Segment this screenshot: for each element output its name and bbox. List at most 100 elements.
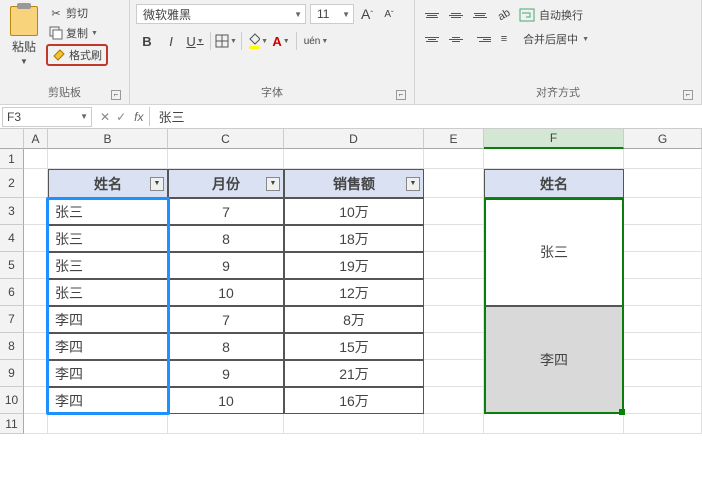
font-color-button[interactable]: A ▼ xyxy=(270,30,292,52)
cell-name[interactable]: 李四 xyxy=(48,387,168,414)
fx-icon[interactable]: fx xyxy=(134,110,149,124)
row-header-4[interactable]: 4 xyxy=(0,225,24,252)
cell-sales[interactable]: 10万 xyxy=(284,198,424,225)
increase-font-button[interactable]: Aˆ xyxy=(358,5,376,23)
cell-month[interactable]: 9 xyxy=(168,252,284,279)
cell[interactable] xyxy=(424,149,484,169)
copy-button[interactable]: 复制 ▼ xyxy=(46,24,108,42)
cell-sales[interactable]: 15万 xyxy=(284,333,424,360)
filter-button[interactable]: ▼ xyxy=(406,177,420,191)
cell-name[interactable]: 张三 xyxy=(48,252,168,279)
cell-month[interactable]: 9 xyxy=(168,360,284,387)
cell-name[interactable]: 张三 xyxy=(48,198,168,225)
row-header-9[interactable]: 9 xyxy=(0,360,24,387)
name-box[interactable]: F3 ▼ xyxy=(2,107,92,127)
row-header-6[interactable]: 6 xyxy=(0,279,24,306)
wrap-text-button[interactable]: 自动换行 xyxy=(519,7,589,23)
cell-month[interactable]: 7 xyxy=(168,306,284,333)
row-header-7[interactable]: 7 xyxy=(0,306,24,333)
cancel-formula-button[interactable]: ✕ xyxy=(100,110,110,124)
cell-month[interactable]: 10 xyxy=(168,279,284,306)
cell-sales[interactable]: 18万 xyxy=(284,225,424,252)
row-header-1[interactable]: 1 xyxy=(0,149,24,169)
cell-name[interactable]: 张三 xyxy=(48,279,168,306)
select-all-corner[interactable] xyxy=(0,129,24,149)
font-launcher[interactable]: ⌐ xyxy=(396,90,406,100)
enter-formula-button[interactable]: ✓ xyxy=(116,110,126,124)
cell[interactable] xyxy=(624,414,702,434)
cell-name[interactable]: 李四 xyxy=(48,306,168,333)
table-header-month[interactable]: 月份▼ xyxy=(168,169,284,198)
phonetic-guide-button[interactable]: uén ▼ xyxy=(301,30,331,52)
column-header-E[interactable]: E xyxy=(424,129,484,149)
column-header-C[interactable]: C xyxy=(168,129,284,149)
paste-button[interactable]: 粘贴 ▼ xyxy=(6,4,42,68)
secondary-header[interactable]: 姓名 xyxy=(484,169,624,198)
cell[interactable] xyxy=(484,414,624,434)
cell[interactable] xyxy=(48,149,168,169)
decrease-font-button[interactable]: Aˇ xyxy=(380,5,398,23)
merge-center-button[interactable]: 合并后居中 ▼ xyxy=(519,31,589,47)
cell-month[interactable]: 7 xyxy=(168,198,284,225)
cell[interactable] xyxy=(168,414,284,434)
filter-button[interactable]: ▼ xyxy=(150,177,164,191)
align-center-button[interactable] xyxy=(445,28,467,50)
row-header-3[interactable]: 3 xyxy=(0,198,24,225)
merged-cell-1[interactable]: 张三 xyxy=(484,198,624,306)
cell-month[interactable]: 8 xyxy=(168,225,284,252)
cell-sales[interactable]: 8万 xyxy=(284,306,424,333)
borders-button[interactable]: ▼ xyxy=(215,30,237,52)
formula-bar[interactable]: 张三 xyxy=(149,107,702,126)
fill-color-button[interactable]: ▼ xyxy=(246,30,268,52)
wrap-icon xyxy=(519,8,535,22)
align-left-button[interactable] xyxy=(421,28,443,50)
align-middle-button[interactable] xyxy=(445,4,467,26)
column-header-B[interactable]: B xyxy=(48,129,168,149)
row-header-11[interactable]: 11 xyxy=(0,414,24,434)
font-family-select[interactable]: 微软雅黑 ▼ xyxy=(136,4,306,24)
table-header-name[interactable]: 姓名▼ xyxy=(48,169,168,198)
cell[interactable] xyxy=(284,414,424,434)
cell-month[interactable]: 10 xyxy=(168,387,284,414)
alignment-launcher[interactable]: ⌐ xyxy=(683,90,693,100)
cell[interactable] xyxy=(168,149,284,169)
cell[interactable] xyxy=(48,414,168,434)
column-header-D[interactable]: D xyxy=(284,129,424,149)
clipboard-launcher[interactable]: ⌐ xyxy=(111,90,121,100)
cut-button[interactable]: ✂ 剪切 xyxy=(46,4,108,22)
cell[interactable] xyxy=(484,149,624,169)
cell[interactable] xyxy=(24,414,48,434)
merged-cell-2[interactable]: 李四 xyxy=(484,306,624,414)
bold-button[interactable]: B xyxy=(136,30,158,52)
table-header-sales[interactable]: 销售额▼ xyxy=(284,169,424,198)
row-header-10[interactable]: 10 xyxy=(0,387,24,414)
column-header-A[interactable]: A xyxy=(24,129,48,149)
align-top-button[interactable] xyxy=(421,4,443,26)
row-header-2[interactable]: 2 xyxy=(0,169,24,198)
cell-sales[interactable]: 21万 xyxy=(284,360,424,387)
format-painter-button[interactable]: 格式刷 xyxy=(46,44,108,66)
cell-name[interactable]: 张三 xyxy=(48,225,168,252)
cell[interactable] xyxy=(24,149,48,169)
cell-month[interactable]: 8 xyxy=(168,333,284,360)
row-header-5[interactable]: 5 xyxy=(0,252,24,279)
cell[interactable] xyxy=(424,414,484,434)
column-header-F[interactable]: F xyxy=(484,129,624,149)
align-bottom-button[interactable] xyxy=(469,4,491,26)
italic-button[interactable]: I xyxy=(160,30,182,52)
filter-button[interactable]: ▼ xyxy=(266,177,280,191)
cell-name[interactable]: 李四 xyxy=(48,333,168,360)
cell[interactable] xyxy=(624,149,702,169)
row-header-8[interactable]: 8 xyxy=(0,333,24,360)
indent-button[interactable]: ≡ xyxy=(493,28,515,50)
underline-button[interactable]: U▼ xyxy=(184,30,206,52)
column-header-G[interactable]: G xyxy=(624,129,702,149)
cell-sales[interactable]: 12万 xyxy=(284,279,424,306)
align-right-button[interactable] xyxy=(469,28,491,50)
font-size-select[interactable]: 11 ▼ xyxy=(310,4,354,24)
cell-sales[interactable]: 16万 xyxy=(284,387,424,414)
cell-sales[interactable]: 19万 xyxy=(284,252,424,279)
cell-name[interactable]: 李四 xyxy=(48,360,168,387)
orientation-button[interactable]: ab xyxy=(493,4,515,26)
cell[interactable] xyxy=(284,149,424,169)
